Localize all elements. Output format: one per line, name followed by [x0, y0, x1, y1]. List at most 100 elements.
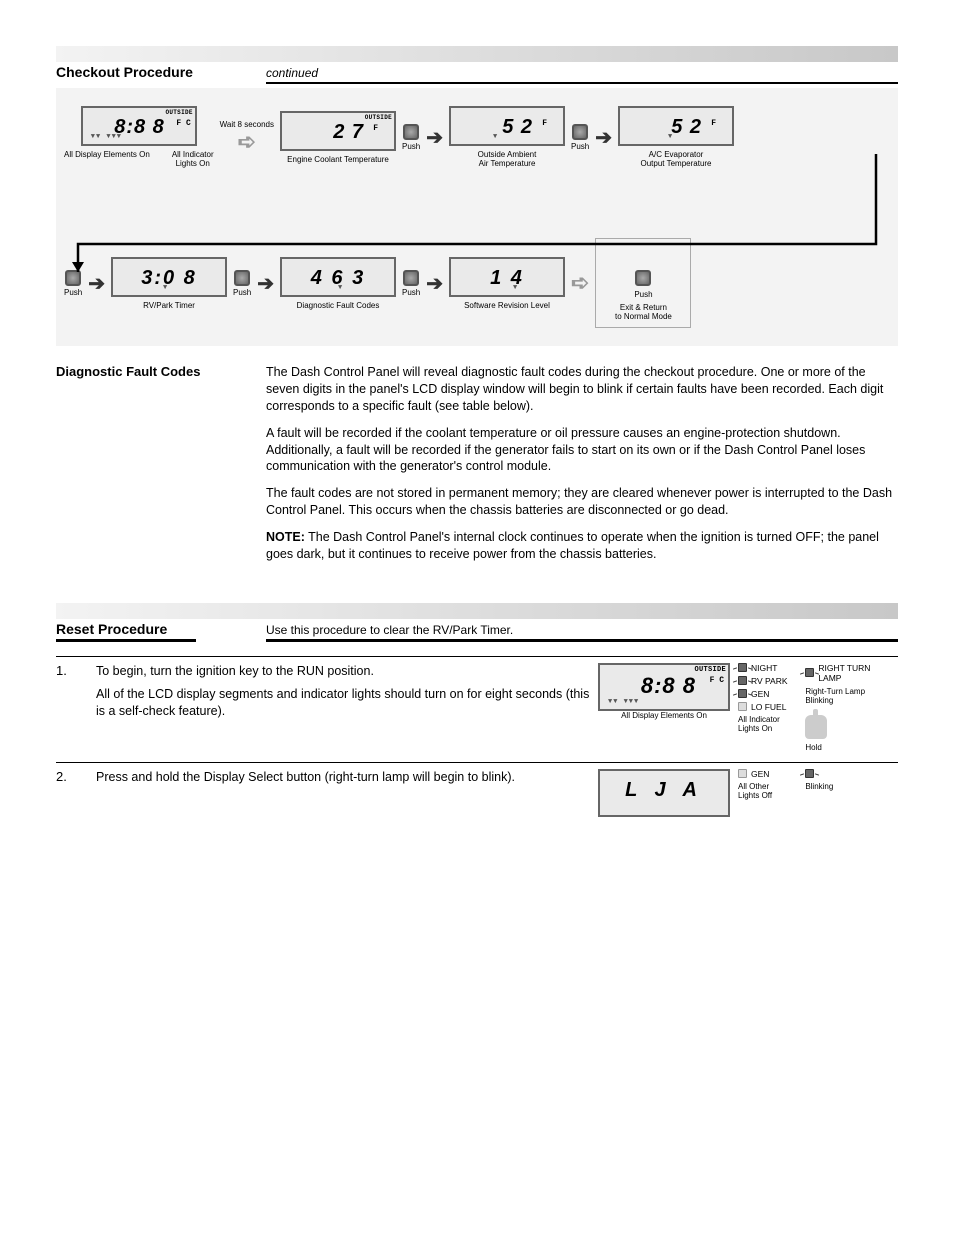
lcd-box-7: 1 4 ▼ — [449, 257, 565, 297]
lcd-fc-1: F C — [176, 119, 190, 128]
push-label-final: Push — [634, 290, 652, 299]
section-header-bar-1 — [56, 46, 898, 62]
hand-icon — [805, 715, 827, 739]
lcd-digits-3: 5 2 — [502, 116, 533, 139]
diag-note: NOTE: The Dash Control Panel's internal … — [266, 529, 898, 563]
lcd-box-1: OUTSIDE 8:8 8 F C ▼▼ ▼▼▼ — [81, 106, 197, 146]
step1-figure: OUTSIDE 8:8 8 F C ▼▼ ▼▼▼ All Display Ele… — [598, 663, 898, 752]
led-label-1: RV PARK — [751, 676, 788, 686]
lcd-tri-5: ▼ — [163, 284, 168, 292]
lcd-box-5: 3:0 8 ▼ — [111, 257, 227, 297]
section-title-checkout: Checkout Procedure — [56, 64, 266, 84]
note-text: The Dash Control Panel's internal clock … — [266, 530, 879, 561]
arrow-icon-1: ➪ — [238, 129, 256, 155]
wait-label: Wait 8 seconds — [220, 120, 274, 129]
rtl-label: RIGHT TURN LAMP — [818, 663, 870, 683]
step1-lcd-fc: F C — [710, 676, 724, 685]
diag-para-3: The fault codes are not stored in perman… — [266, 485, 898, 519]
step1-num: 1. — [56, 663, 96, 752]
flow-step-5: 3:0 8 ▼ RV/Park Timer — [111, 257, 227, 310]
diag-para-2: A fault will be recorded if the coolant … — [266, 425, 898, 476]
step1-led-col: NIGHT RV PARK GEN LO FUEL All Indicator … — [738, 663, 797, 733]
step1-text-a: To begin, turn the ignition key to the R… — [96, 663, 590, 680]
step2-text: Press and hold the Display Select button… — [96, 769, 590, 786]
step2-rtl-col: Blinking — [805, 769, 898, 791]
lcd-box-2: OUTSIDE 2 7 F — [280, 111, 396, 151]
arrow-icon-4: ➔ — [88, 271, 105, 296]
final-text: Exit & Return to Normal Mode — [615, 303, 672, 321]
led-icon — [738, 769, 747, 778]
lcd-box-3: 5 2 F ▼ — [449, 106, 565, 146]
lcd-box-6: 4 6 3 ▼ — [280, 257, 396, 297]
push-group-2: Push — [571, 124, 589, 151]
lcd-f-3: F — [542, 119, 547, 128]
step1-lcd-digits: 8:8 8 — [641, 673, 696, 699]
arrow-icon-6: ➔ — [426, 271, 443, 296]
step2-lcd-digits: L J A — [600, 779, 728, 802]
lcd-digits-4: 5 2 — [671, 116, 702, 139]
step1-lcd-cap: All Display Elements On — [621, 711, 707, 720]
push-button-icon-1 — [403, 124, 419, 140]
lcd-tri-6: ▼ — [338, 284, 343, 292]
s2-blink: Blinking — [805, 782, 898, 791]
lcd-arrows-1: ▼▼ ▼▼▼ — [91, 133, 122, 141]
flow-step-7: 1 4 ▼ Software Revision Level — [449, 257, 565, 310]
section-subtitle-reset: Use this procedure to clear the RV/Park … — [266, 623, 898, 642]
step1-lcd-arrows: ▼▼ ▼▼▼ — [608, 698, 639, 706]
s2-other: All Other Lights Off — [738, 782, 797, 800]
checkout-flow-diagram: OUTSIDE 8:8 8 F C ▼▼ ▼▼▼ All Display Ele… — [56, 88, 898, 346]
lcd-outside-1: OUTSIDE — [165, 109, 192, 116]
step1-rtl-col: RIGHT TURN LAMP Right-Turn Lamp Blinking… — [805, 663, 898, 752]
step1-lcd: OUTSIDE 8:8 8 F C ▼▼ ▼▼▼ — [598, 663, 730, 711]
flow-step-6: 4 6 3 ▼ Diagnostic Fault Codes — [280, 257, 396, 310]
lcd-digits-2: 2 7 — [333, 121, 364, 144]
led-icon — [738, 689, 747, 698]
led-label-2: GEN — [751, 689, 769, 699]
lcd-f-4: F — [711, 119, 716, 128]
section-subtitle-checkout: continued — [266, 66, 898, 84]
lcd-tri-7: ▼ — [513, 284, 518, 292]
rtl-led-icon — [805, 668, 814, 677]
section-header-reset: Reset Procedure Use this procedure to cl… — [56, 621, 898, 642]
step2-num: 2. — [56, 769, 96, 817]
s2-gen-label: GEN — [751, 769, 769, 779]
diag-heading: Diagnostic Fault Codes — [56, 364, 266, 573]
section-header-bar-2 — [56, 603, 898, 619]
rtl-cap: Right-Turn Lamp Blinking — [805, 687, 898, 705]
arrow-icon-3: ➔ — [595, 125, 612, 150]
hold-label: Hold — [805, 743, 898, 752]
arrow-icon-2: ➔ — [426, 125, 443, 150]
push-label-1: Push — [402, 142, 420, 151]
arrow-icon-5: ➔ — [257, 271, 274, 296]
section-header-checkout: Checkout Procedure continued — [56, 64, 898, 84]
reset-step-2: 2. Press and hold the Display Select but… — [56, 762, 898, 827]
led-label-3: LO FUEL — [751, 702, 786, 712]
led-icon — [738, 702, 747, 711]
lcd-tri-4: ▼ — [668, 133, 673, 141]
lcd-digits-5: 3:0 8 — [113, 267, 225, 290]
push-label-4: Push — [233, 288, 251, 297]
lcd-digits-7: 1 4 — [451, 267, 563, 290]
note-label: NOTE: — [266, 530, 305, 544]
section-title-reset: Reset Procedure — [56, 621, 196, 642]
lcd-outside-2: OUTSIDE — [365, 114, 392, 121]
diag-para-1: The Dash Control Panel will reveal diagn… — [266, 364, 898, 415]
step2-figure: L J A GEN All Other Lights Off Blinking — [598, 769, 898, 817]
reset-step-1: 1. To begin, turn the ignition key to th… — [56, 656, 898, 762]
push-group-1: Push — [402, 124, 420, 151]
cap-6: Diagnostic Fault Codes — [297, 301, 380, 310]
diagnostic-block: Diagnostic Fault Codes The Dash Control … — [56, 364, 898, 573]
push-label-3: Push — [64, 288, 82, 297]
step1-led-cap: All Indicator Lights On — [738, 715, 797, 733]
lcd-f-2: F — [373, 124, 378, 133]
push-label-5: Push — [402, 288, 420, 297]
led-icon — [738, 676, 747, 685]
step1-text-b: All of the LCD display segments and indi… — [96, 686, 590, 720]
cap-5: RV/Park Timer — [143, 301, 195, 310]
led-label-0: NIGHT — [751, 663, 777, 673]
push-button-icon-2 — [572, 124, 588, 140]
rtl-led-icon-2 — [805, 769, 814, 778]
led-icon — [738, 663, 747, 672]
step2-lcd: L J A — [598, 769, 730, 817]
cap-7: Software Revision Level — [464, 301, 550, 310]
